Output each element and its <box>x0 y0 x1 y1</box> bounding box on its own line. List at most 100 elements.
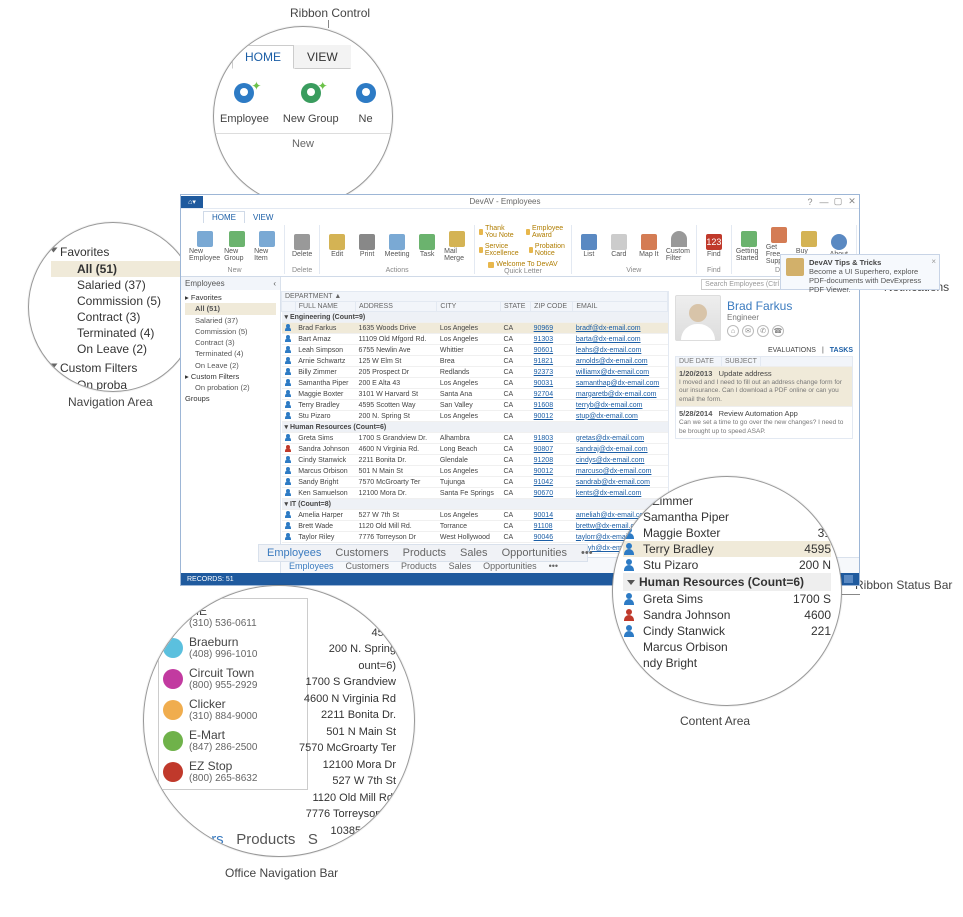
customer-item[interactable]: Clicker(310) 884-9000 <box>163 694 303 725</box>
nav-contract[interactable]: Contract (3) <box>51 309 197 325</box>
grid-group-row[interactable]: ▾ Human Resources (Count=6) <box>282 422 668 433</box>
toast-close-icon[interactable]: × <box>931 257 936 266</box>
grid-row[interactable]: Marcus Orbison501 N Main StLos AngelesCA… <box>282 466 668 477</box>
onav-sales[interactable]: Sales <box>460 547 488 559</box>
nav-all[interactable]: All (51) <box>51 261 197 277</box>
sb-onleave[interactable]: On Leave (2) <box>185 360 276 371</box>
btn-new-employee[interactable]: ✦ Employee <box>220 83 269 125</box>
content-row[interactable]: Sandra Johnson4600 <box>623 607 831 623</box>
nav-customers[interactable]: Customers <box>346 561 390 571</box>
btn-meeting[interactable]: Meeting <box>384 234 410 258</box>
btn-mailmerge[interactable]: Mail Merge <box>444 231 470 262</box>
nav-opportunities[interactable]: Opportunities <box>483 561 537 571</box>
btn-find[interactable]: 123Find <box>701 234 727 258</box>
grid-row[interactable]: Billy Zimmer205 Prospect DrRedlandsCA923… <box>282 367 668 378</box>
quick-letter[interactable]: Thank You Note Employee Award Service Ex… <box>479 225 567 268</box>
nav-onleave[interactable]: On Leave (2) <box>51 341 197 357</box>
content-row[interactable]: ndy Bright <box>623 655 831 671</box>
btn-edit[interactable]: Edit <box>324 234 350 258</box>
tab-tasks[interactable]: TASKS <box>830 347 853 354</box>
onz-customers[interactable]: ustomers <box>162 831 224 848</box>
nav-custom-filters[interactable]: Custom Filters <box>51 361 197 375</box>
help-button[interactable]: ? <box>803 197 817 207</box>
content-row[interactable]: Maggie Boxter31 <box>623 525 831 541</box>
min-button[interactable]: — <box>817 197 831 207</box>
grid-row[interactable]: Taylor Riley7776 Torreyson DrWest Hollyw… <box>282 532 668 543</box>
phone-icon[interactable]: ✆ <box>757 325 769 337</box>
customer-item[interactable]: EZ Stop(800) 265-8632 <box>163 756 303 787</box>
grid-row[interactable]: Sandy Bright7570 McGroarty TerTujungaCA9… <box>282 477 668 488</box>
close-button[interactable]: ✕ <box>845 196 859 207</box>
task-item[interactable]: 1/20/2013 Update addressI moved and I ne… <box>676 366 852 406</box>
content-row[interactable]: Cindy Stanwick221 <box>623 623 831 639</box>
grid-row[interactable]: Arnie Schwartz125 W Elm StBreaCA91821arn… <box>282 356 668 367</box>
nav-more[interactable]: ••• <box>549 561 558 571</box>
home-icon[interactable]: ⌂ <box>727 325 739 337</box>
sb-all[interactable]: All (51) <box>185 303 276 314</box>
max-button[interactable]: ▢ <box>831 196 845 207</box>
content-row[interactable]: Terry Bradley4595 <box>623 541 831 557</box>
content-row[interactable]: Stu Pizaro200 N <box>623 557 831 573</box>
sb-custom-filters[interactable]: ▸ Custom Filters <box>185 371 276 382</box>
qat-icon[interactable]: ⌂▾ <box>181 196 203 208</box>
content-row[interactable]: Samantha Piper <box>623 509 831 525</box>
sb-favorites[interactable]: ▸ Favorites <box>185 292 276 303</box>
grid-row[interactable]: Maggie Boxter3101 W Harvard StSanta AnaC… <box>282 389 668 400</box>
btn-new-item[interactable]: New Item <box>254 231 280 262</box>
grid-row[interactable]: Cindy Stanwick2211 Bonita Dr.GlendaleCA9… <box>282 455 668 466</box>
nav-salaried[interactable]: Salaried (37) <box>51 277 197 293</box>
grid-group-row[interactable]: ▾ IT (Count=8) <box>282 499 668 510</box>
status-icon[interactable] <box>844 575 853 583</box>
onav-employees[interactable]: Employees <box>267 547 321 559</box>
grid-row[interactable]: Terry Bradley4595 Scotten WaySan ValleyC… <box>282 400 668 411</box>
btn-custom-filter[interactable]: Custom Filter <box>666 231 692 262</box>
grid-row[interactable]: Amelia Harper527 W 7th StLos AngelesCA90… <box>282 510 668 521</box>
collapse-icon[interactable]: ‹ <box>273 279 276 288</box>
grid-row[interactable]: Stu Pizaro200 N. Spring StLos AngelesCA9… <box>282 411 668 422</box>
sb-terminated[interactable]: Terminated (4) <box>185 348 276 359</box>
nav-commission[interactable]: Commission (5) <box>51 293 197 309</box>
grid-row[interactable]: Leah Simpson6755 Newlin AveWhittierCA906… <box>282 345 668 356</box>
btn-new-cut[interactable]: Ne <box>353 83 379 125</box>
mail-icon[interactable]: ✉ <box>742 325 754 337</box>
tab-home[interactable]: HOME <box>203 211 245 223</box>
tab-evaluations[interactable]: EVALUATIONS <box>768 347 816 354</box>
btn-card[interactable]: Card <box>606 234 632 258</box>
grid-group-row[interactable]: ▾ Engineering (Count=9) <box>282 312 668 323</box>
nav-employees[interactable]: Employees <box>289 561 334 571</box>
nav-products[interactable]: Products <box>401 561 437 571</box>
employee-grid[interactable]: DEPARTMENT ▲FULL NAMEADDRESSCITYSTATEZIP… <box>281 291 669 557</box>
nav-onproba[interactable]: On proba <box>51 377 197 392</box>
grid-row[interactable]: Samantha Piper200 E Alta 43Los AngelesCA… <box>282 378 668 389</box>
sb-salaried[interactable]: Salaried (37) <box>185 315 276 326</box>
sb-contract[interactable]: Contract (3) <box>185 337 276 348</box>
nav-favorites[interactable]: Favorites <box>51 245 197 259</box>
btn-delete[interactable]: Delete <box>289 234 315 258</box>
btn-list[interactable]: List <box>576 234 602 258</box>
nav-sales[interactable]: Sales <box>449 561 472 571</box>
tab-view[interactable]: VIEW <box>294 45 351 69</box>
grid-row[interactable]: Ken Samuelson12100 Mora Dr.Santa Fe Spri… <box>282 488 668 499</box>
btn-new-group[interactable]: New Group <box>224 231 250 262</box>
onz-s[interactable]: S <box>308 831 318 848</box>
tab-view[interactable]: VIEW <box>245 212 281 223</box>
grid-row[interactable]: Brad Farkus1635 Woods DriveLos AngelesCA… <box>282 323 668 334</box>
mobile-icon[interactable]: ☎ <box>772 325 784 337</box>
toast-notification[interactable]: DevAV Tips & Tricks Become a UI Superher… <box>780 254 940 290</box>
sb-groups[interactable]: Groups <box>185 393 276 404</box>
task-item[interactable]: 5/28/2014 Review Automation AppCan we se… <box>676 406 852 438</box>
btn-new-employee[interactable]: New Employee <box>189 231 220 262</box>
customer-item[interactable]: Braeburn(408) 996-1010 <box>163 632 303 663</box>
btn-task[interactable]: Task <box>414 234 440 258</box>
content-row[interactable]: Marcus Orbison <box>623 639 831 655</box>
content-group-row[interactable]: Human Resources (Count=6) <box>623 573 831 591</box>
grid-row[interactable]: Bart Arnaz11109 Old Mfgord Rd.Los Angele… <box>282 334 668 345</box>
sb-commission[interactable]: Commission (5) <box>185 326 276 337</box>
customer-item[interactable]: E-Mart(847) 286-2500 <box>163 725 303 756</box>
content-row[interactable]: Greta Sims1700 S <box>623 591 831 607</box>
onav-customers[interactable]: Customers <box>335 547 388 559</box>
grid-row[interactable]: Brett Wade1120 Old Mill Rd.TorranceCA911… <box>282 521 668 532</box>
onav-opportunities[interactable]: Opportunities <box>502 547 567 559</box>
tab-home[interactable]: HOME <box>232 45 294 69</box>
sb-onprobation[interactable]: On probation (2) <box>185 382 276 393</box>
